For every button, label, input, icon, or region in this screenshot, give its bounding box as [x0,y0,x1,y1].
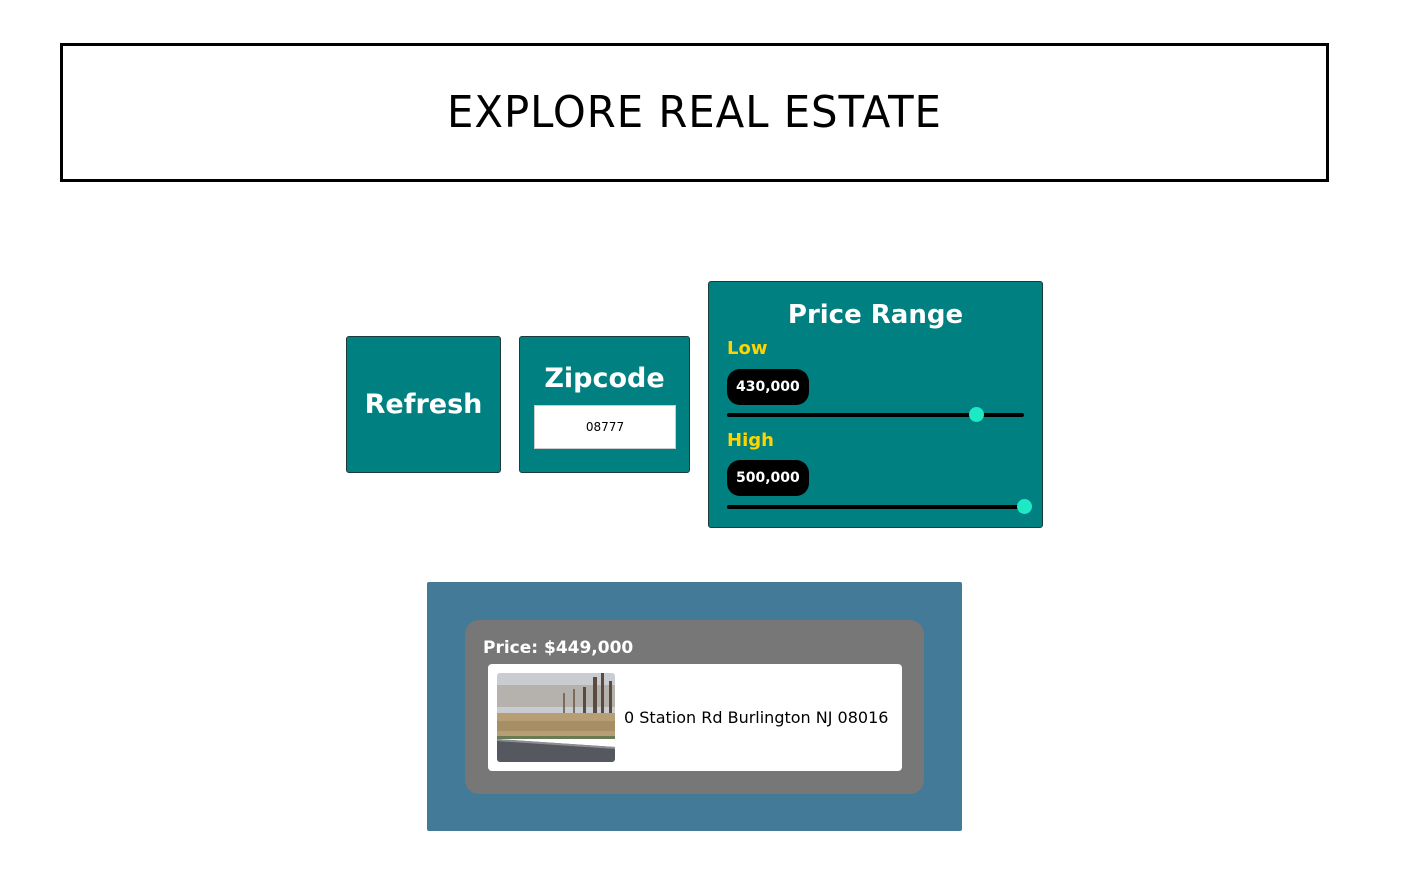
high-price-value: 500,000 [727,460,809,496]
low-price-value: 430,000 [727,369,809,405]
price-range-title: Price Range [787,300,964,330]
high-price-slider-thumb[interactable] [1017,499,1032,514]
refresh-button-label: Refresh [364,389,483,420]
high-price-label: High [727,430,774,451]
low-price-slider-thumb[interactable] [969,407,985,422]
zipcode-label: Zipcode [544,363,665,394]
page-title: EXPLORE REAL ESTATE [447,87,942,138]
low-price-label: Low [727,338,768,359]
listing-address: 0 Station Rd Burlington NJ 08016 [624,708,889,727]
listing-card: Price: $449,000 0 Station Rd Burlington … [465,620,924,794]
listing-item[interactable]: 0 Station Rd Burlington NJ 08016 [488,664,902,771]
listing-photo [497,673,615,762]
zipcode-input[interactable] [534,405,676,449]
listing-price: Price: $449,000 [483,638,634,658]
refresh-button[interactable]: Refresh [346,336,501,473]
price-range-panel: Price Range Low 430,000 High 500,000 [708,281,1043,528]
low-price-slider[interactable] [727,407,1024,422]
high-price-slider[interactable] [727,499,1032,514]
zipcode-panel: Zipcode [519,336,690,473]
page-header: EXPLORE REAL ESTATE [60,43,1329,182]
results-panel: Price: $449,000 0 Station Rd Burlington … [427,582,962,831]
